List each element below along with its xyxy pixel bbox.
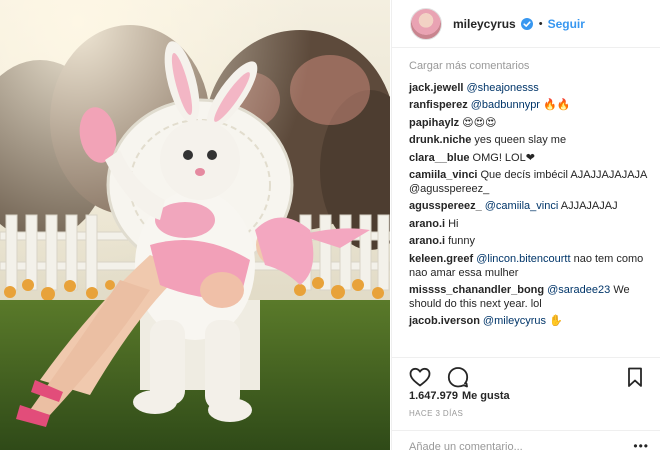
post-timestamp[interactable]: HACE 3 DÍAS <box>409 409 463 418</box>
photo-illustration <box>0 0 390 450</box>
comment-username[interactable]: arano.i <box>409 218 445 230</box>
comment-item: clara__blue OMG! LOL❤ <box>409 151 649 165</box>
comment-text: OMG! LOL❤ <box>472 151 535 164</box>
comment-username[interactable]: jacob.iverson <box>409 315 480 327</box>
comment-username[interactable]: keleen.greef <box>409 253 473 265</box>
comment-username[interactable]: missss_chanandler_bong <box>409 284 544 296</box>
heart-icon[interactable] <box>408 365 432 389</box>
separator-dot: • <box>538 17 543 30</box>
likes-number: 1.647.979 <box>409 390 458 402</box>
follow-button[interactable]: Seguir <box>548 17 585 31</box>
likes-label: Me gusta <box>461 390 510 402</box>
verified-badge-icon <box>520 17 533 30</box>
comment-text: ✋ <box>549 315 563 328</box>
comment-item: camiila_vinci Que decís imbécil AJAJJAJAJ… <box>409 168 649 196</box>
comment-mention[interactable]: @saradee23 <box>547 284 610 296</box>
comment-text: 🔥🔥 <box>543 99 571 112</box>
comment-username[interactable]: papihaylz <box>409 117 459 129</box>
comment-mention[interactable]: @sheajonesss <box>466 82 538 94</box>
comment-item: agusspereez_ @camiila_vinci AJJAJAJAJ <box>409 199 649 213</box>
load-more-comments-link[interactable]: Cargar más comentarios <box>409 60 649 72</box>
comment-text: AJJAJAJAJ <box>560 200 618 213</box>
comment-mention[interactable]: @badbunnypr <box>471 99 540 111</box>
comment-item: jacob.iverson @mileycyrus ✋ <box>409 314 649 328</box>
comment-item: drunk.niche yes queen slay me <box>409 133 649 147</box>
post-details-panel: mileycyrus • Seguir Cargar más comentari… <box>391 0 660 450</box>
post-author-username[interactable]: mileycyrus <box>453 17 516 31</box>
comment-mention[interactable]: @lincon.bitencourtt <box>476 253 570 265</box>
comment-item: ranfisperez @badbunnypr 🔥🔥 <box>409 98 649 112</box>
add-comment-input[interactable] <box>409 441 634 450</box>
comment-text: Hi <box>448 217 459 230</box>
post-photo[interactable] <box>0 0 390 450</box>
post-actions-bar <box>392 357 660 389</box>
comment-username[interactable]: arano.i <box>409 235 445 247</box>
comment-icon[interactable] <box>446 365 470 389</box>
likes-count[interactable]: 1.647.979 Me gusta <box>409 390 510 402</box>
more-options-icon[interactable]: ••• <box>633 440 649 450</box>
comment-username[interactable]: agusspereez_ <box>409 200 482 212</box>
comment-username[interactable]: ranfisperez <box>409 99 468 111</box>
add-comment-bar: ••• <box>392 430 660 450</box>
comment-item: missss_chanandler_bong @saradee23 We shou… <box>409 283 649 311</box>
comment-text: yes queen slay me <box>474 134 567 147</box>
comment-text: funny <box>448 235 475 248</box>
comment-mention[interactable]: @mileycyrus <box>483 315 546 327</box>
comment-item: arano.i funny <box>409 234 649 248</box>
comment-mention[interactable]: @camiila_vinci <box>485 200 559 212</box>
comment-item: arano.i Hi <box>409 217 649 231</box>
avatar[interactable] <box>410 7 442 40</box>
comment-username[interactable]: jack.jewell <box>409 82 463 94</box>
comment-username[interactable]: clara__blue <box>409 152 470 164</box>
comments-list[interactable]: Cargar más comentarios jack.jewell @sheaj… <box>392 56 660 356</box>
comment-item: keleen.greef @lincon.bitencourtt nao tem … <box>409 252 649 280</box>
comment-username[interactable]: drunk.niche <box>409 134 471 146</box>
bookmark-icon[interactable] <box>623 365 647 389</box>
comment-username[interactable]: camiila_vinci <box>409 169 478 181</box>
comment-item: jack.jewell @sheajonesss <box>409 81 649 95</box>
post-header: mileycyrus • Seguir <box>392 0 660 48</box>
comment-text: 😍😍😍 <box>462 116 497 129</box>
comment-item: papihaylz 😍😍😍 <box>409 116 649 130</box>
